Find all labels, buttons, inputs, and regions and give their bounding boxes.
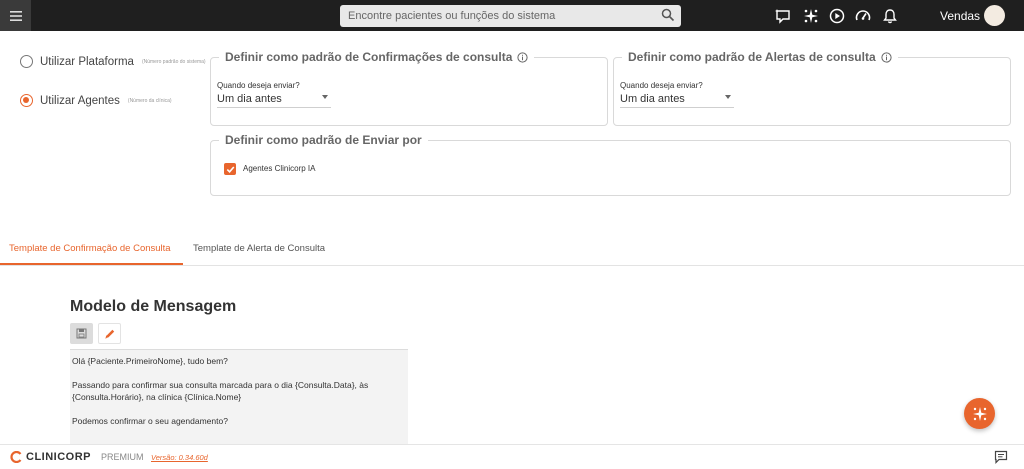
- info-icon[interactable]: [881, 51, 892, 63]
- caret-down-icon: [322, 95, 328, 99]
- caret-down-icon: [725, 95, 731, 99]
- footer: CLINICORP PREMIUM Versão: 0.34.60d: [0, 444, 1024, 468]
- checkmark-icon: [226, 165, 234, 173]
- message-line: Olá {Paciente.PrimeiroNome}, tudo bem?: [72, 356, 228, 366]
- clinicorp-logo-icon: [10, 451, 22, 463]
- agentes-checkbox[interactable]: [224, 163, 236, 175]
- brand-name: CLINICORP: [26, 451, 91, 463]
- alerts-when-select[interactable]: Um dia antes: [620, 90, 734, 108]
- confirmations-when-label: Quando deseja enviar?: [217, 81, 300, 90]
- bell-icon[interactable]: [880, 6, 900, 26]
- ai-assistant-fab[interactable]: [964, 398, 995, 429]
- info-icon[interactable]: [517, 51, 528, 63]
- save-button[interactable]: [70, 323, 93, 344]
- radio-utilizar-plataforma[interactable]: Utilizar Plataforma (Número padrão do si…: [20, 55, 206, 68]
- user-name[interactable]: Vendas: [940, 9, 980, 23]
- radio-hint: (Número padrão do sistema): [141, 58, 206, 65]
- alerts-title: Definir como padrão de Alertas de consul…: [622, 50, 898, 64]
- send-by-panel: Definir como padrão de Enviar por: [210, 133, 1011, 196]
- active-tab-indicator: [0, 263, 183, 265]
- message-model-title: Modelo de Mensagem: [70, 298, 237, 315]
- chat-icon[interactable]: [994, 450, 1008, 469]
- top-bar: Vendas: [0, 0, 1024, 31]
- confirmations-when-select[interactable]: Um dia antes: [217, 90, 331, 108]
- menu-icon: [9, 10, 22, 21]
- message-line: Podemos confirmar o seu agendamento?: [72, 416, 228, 426]
- search-icon[interactable]: [661, 8, 675, 27]
- message-line: Passando para confirmar sua consulta mar…: [72, 380, 369, 402]
- search-input[interactable]: [348, 10, 648, 22]
- search-bar[interactable]: [340, 5, 681, 27]
- ai-chat-icon[interactable]: [773, 6, 793, 26]
- radio-utilizar-agentes[interactable]: Utilizar Agentes (Número da clínica): [20, 94, 172, 107]
- radio-hint: (Número da clínica): [127, 97, 172, 104]
- avatar[interactable]: [984, 5, 1005, 26]
- message-line: [72, 403, 406, 415]
- speedometer-icon[interactable]: [853, 6, 873, 26]
- agentes-checkbox-label: Agentes Clinicorp IA: [243, 164, 316, 173]
- save-icon: [76, 328, 87, 339]
- sparkle-icon: [972, 406, 987, 421]
- tab-template-alerta[interactable]: Template de Alerta de Consulta: [193, 243, 325, 254]
- pencil-icon: [104, 329, 114, 339]
- template-tabs: Template de Confirmação de Consulta Temp…: [0, 233, 1024, 266]
- tab-template-confirmacao[interactable]: Template de Confirmação de Consulta: [9, 243, 171, 254]
- message-template-text[interactable]: Olá {Paciente.PrimeiroNome}, tudo bem? P…: [70, 349, 408, 444]
- menu-button[interactable]: [0, 0, 31, 31]
- plan-label: PREMIUM: [101, 452, 144, 462]
- radio-button[interactable]: [20, 94, 33, 107]
- play-icon[interactable]: [827, 6, 847, 26]
- radio-button[interactable]: [20, 55, 33, 68]
- alerts-when-label: Quando deseja enviar?: [620, 81, 703, 90]
- edit-button[interactable]: [98, 323, 121, 344]
- brand-logo: CLINICORP: [10, 451, 91, 463]
- send-by-title: Definir como padrão de Enviar por: [225, 133, 422, 147]
- message-line: [72, 367, 406, 379]
- version-link[interactable]: Versão: 0.34.60d: [151, 453, 208, 462]
- confirmations-title: Definir como padrão de Confirmações de c…: [219, 50, 534, 64]
- sparkle-icon[interactable]: [801, 6, 821, 26]
- radio-label: Utilizar Agentes: [40, 94, 120, 107]
- radio-label: Utilizar Plataforma: [40, 55, 134, 68]
